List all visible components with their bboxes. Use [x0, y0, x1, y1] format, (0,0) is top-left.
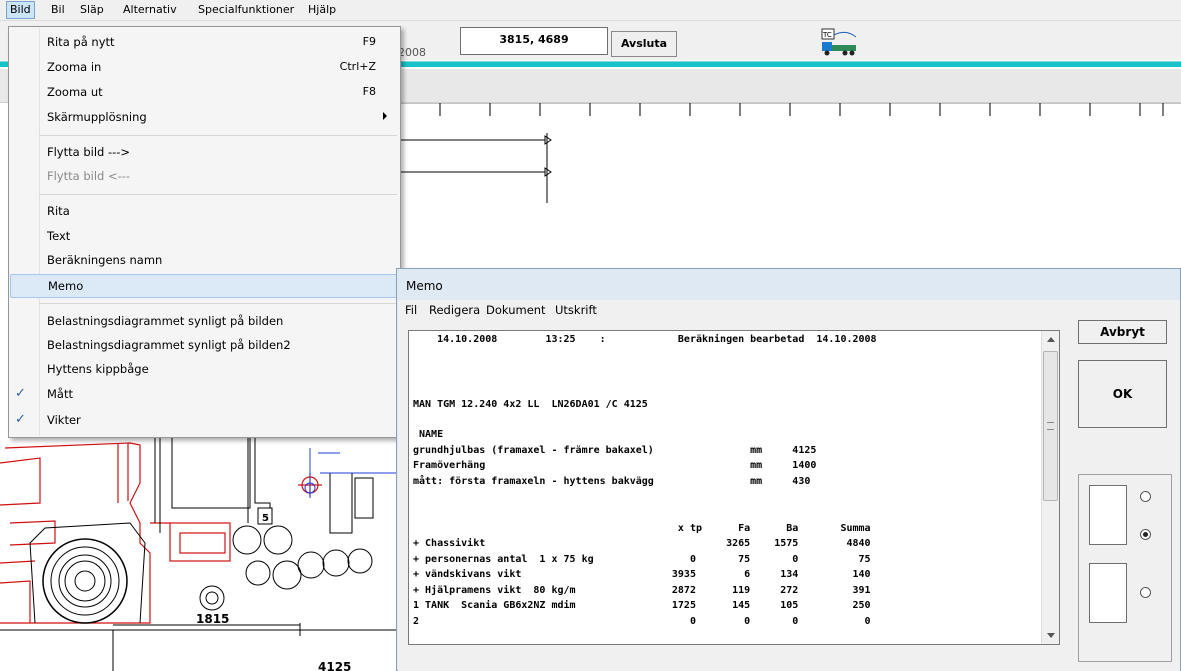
ok-button[interactable]: OK	[1078, 360, 1167, 428]
radio-option-3[interactable]	[1140, 587, 1151, 598]
menu-item-rita[interactable]: Rita	[10, 200, 399, 224]
menu-bil[interactable]: Bil	[48, 2, 68, 18]
memo-line: + Chassivikt 3265 1575 4840	[413, 538, 871, 549]
scrollbar-thumb[interactable]	[1043, 351, 1058, 501]
menu-item-label: Hyttens kippbåge	[47, 362, 149, 376]
menu-specialfunktioner[interactable]: Specialfunktioner	[195, 2, 297, 18]
menu-separator	[39, 194, 397, 195]
menu-item-memo[interactable]: Memo	[10, 274, 399, 298]
menu-item-hyttens-kippbage[interactable]: Hyttens kippbåge	[10, 358, 399, 382]
menu-item-label: Memo	[48, 279, 84, 293]
menu-item-label: Rita	[47, 204, 70, 218]
memo-menu-fil[interactable]: Fil	[405, 303, 417, 317]
memo-line: Framöverhäng mm 1400	[413, 460, 817, 471]
menu-item-belastningsdiagram[interactable]: Belastningsdiagrammet synligt på bilden	[10, 310, 399, 334]
menu-separator	[39, 135, 397, 136]
menu-slap[interactable]: Släp	[77, 2, 107, 18]
dimension-4125: 4125	[318, 660, 351, 671]
memo-line: mått: första framaxeln - hyttens bakvägg…	[413, 476, 811, 487]
menu-item-matt[interactable]: ✓ Mått	[10, 383, 399, 407]
memo-menu-bar: Fil Redigera Dokument Utskrift	[398, 300, 1180, 320]
menu-item-label: Vikter	[47, 413, 81, 427]
radio-option-1[interactable]	[1140, 491, 1151, 502]
coordinate-field[interactable]: 3815, 4689	[460, 27, 608, 55]
memo-body: 14.10.2008 13:25 : Beräkningen bearbetad…	[398, 320, 1180, 671]
menu-item-label: Zooma ut	[47, 85, 103, 99]
scroll-down-arrow-icon[interactable]	[1047, 633, 1055, 638]
menu-item-label: Zooma in	[47, 60, 102, 74]
memo-line: NAME	[413, 429, 444, 440]
menu-item-skarmupplosning[interactable]: Skärmupplösning	[10, 106, 399, 130]
menu-item-zooma-in[interactable]: Zooma in Ctrl+Z	[10, 56, 399, 80]
exit-button[interactable]: Avsluta	[611, 31, 677, 57]
menu-item-label: Rita på nytt	[47, 35, 115, 49]
menu-item-label: Skärmupplösning	[47, 110, 147, 124]
menu-item-shortcut: F9	[362, 35, 376, 48]
menu-item-label: Belastningsdiagrammet synligt på bilden2	[47, 338, 291, 352]
option-group	[1078, 474, 1172, 662]
memo-window: Memo Fil Redigera Dokument Utskrift 14.1…	[396, 268, 1181, 671]
scroll-up-arrow-icon[interactable]	[1047, 337, 1055, 342]
menu-item-flytta-bild-right[interactable]: Flytta bild --->	[10, 141, 399, 165]
menu-item-flytta-bild-left: Flytta bild <---	[10, 165, 399, 189]
menu-item-label: Mått	[47, 387, 73, 401]
option-box-2	[1089, 563, 1127, 623]
menu-separator	[39, 303, 397, 304]
menu-item-berakningens-namn[interactable]: Beräkningens namn	[10, 249, 399, 273]
cancel-button[interactable]: Avbryt	[1078, 320, 1167, 344]
memo-window-title: Memo	[406, 279, 443, 293]
menu-hjalp[interactable]: Hjälp	[305, 2, 339, 18]
menu-item-label: Text	[47, 229, 71, 243]
menu-alternativ[interactable]: Alternativ	[120, 2, 180, 18]
memo-line: + personernas antal 1 x 75 kg 0 75 0 75	[413, 554, 871, 565]
memo-line: + vändskivans vikt 3935 6 134 140	[413, 569, 871, 580]
menu-item-label: Flytta bild --->	[47, 145, 131, 159]
menu-item-label: Flytta bild <---	[47, 169, 131, 183]
option-box-1	[1089, 485, 1127, 545]
memo-menu-dokument[interactable]: Dokument	[486, 303, 546, 317]
drawing-label-5: 5	[262, 513, 269, 524]
menu-bar: Bild Bil Släp Alternativ Specialfunktion…	[0, 0, 1181, 21]
memo-line: 14.10.2008 13:25 : Beräkningen bearbetad…	[413, 334, 877, 345]
date-fragment: 2008	[398, 46, 426, 59]
menu-bild[interactable]: Bild	[6, 1, 35, 19]
menu-item-shortcut: Ctrl+Z	[339, 60, 376, 73]
menu-item-belastningsdiagram-2[interactable]: Belastningsdiagrammet synligt på bilden2	[10, 334, 399, 358]
svg-text:TC: TC	[822, 31, 832, 39]
menu-item-shortcut: F8	[362, 85, 376, 98]
menu-item-label: Belastningsdiagrammet synligt på bilden	[47, 314, 284, 328]
memo-menu-redigera[interactable]: Redigera	[429, 303, 480, 317]
memo-line: + Hjälpramens vikt 80 kg/m 2872 119 272 …	[413, 585, 871, 596]
memo-line: MAN TGM 12.240 4x2 LL LN26DA01 /C 4125	[413, 399, 648, 410]
menu-item-label: Beräkningens namn	[47, 253, 163, 267]
menu-item-zooma-ut[interactable]: Zooma ut F8	[10, 81, 399, 105]
menu-item-rita-pa-nytt[interactable]: Rita på nytt F9	[10, 31, 399, 55]
memo-menu-utskrift[interactable]: Utskrift	[555, 303, 597, 317]
checkmark-icon: ✓	[15, 412, 26, 427]
submenu-arrow-icon	[383, 112, 387, 120]
checkmark-icon: ✓	[15, 386, 26, 401]
menu-item-vikter[interactable]: ✓ Vikter	[10, 409, 399, 433]
memo-text-area[interactable]: 14.10.2008 13:25 : Beräkningen bearbetad…	[408, 330, 1060, 645]
memo-line: x tp Fa Ba Summa	[413, 523, 871, 534]
grip-icon	[1047, 422, 1054, 430]
memo-line: grundhjulbas (framaxel - främre bakaxel)…	[413, 445, 817, 456]
truck-icon[interactable]: TC	[820, 25, 858, 57]
memo-line: 1 TANK Scania GB6x2NZ mdim 1725 145 105 …	[413, 600, 871, 611]
menu-item-text[interactable]: Text	[10, 225, 399, 249]
bild-dropdown-menu: Rita på nytt F9 Zooma in Ctrl+Z Zooma ut…	[8, 26, 401, 438]
memo-vertical-scrollbar[interactable]	[1041, 331, 1059, 644]
dimension-1815: 1815	[196, 612, 229, 626]
radio-option-2[interactable]	[1140, 529, 1151, 540]
memo-line: 2 0 0 0 0	[413, 616, 871, 627]
